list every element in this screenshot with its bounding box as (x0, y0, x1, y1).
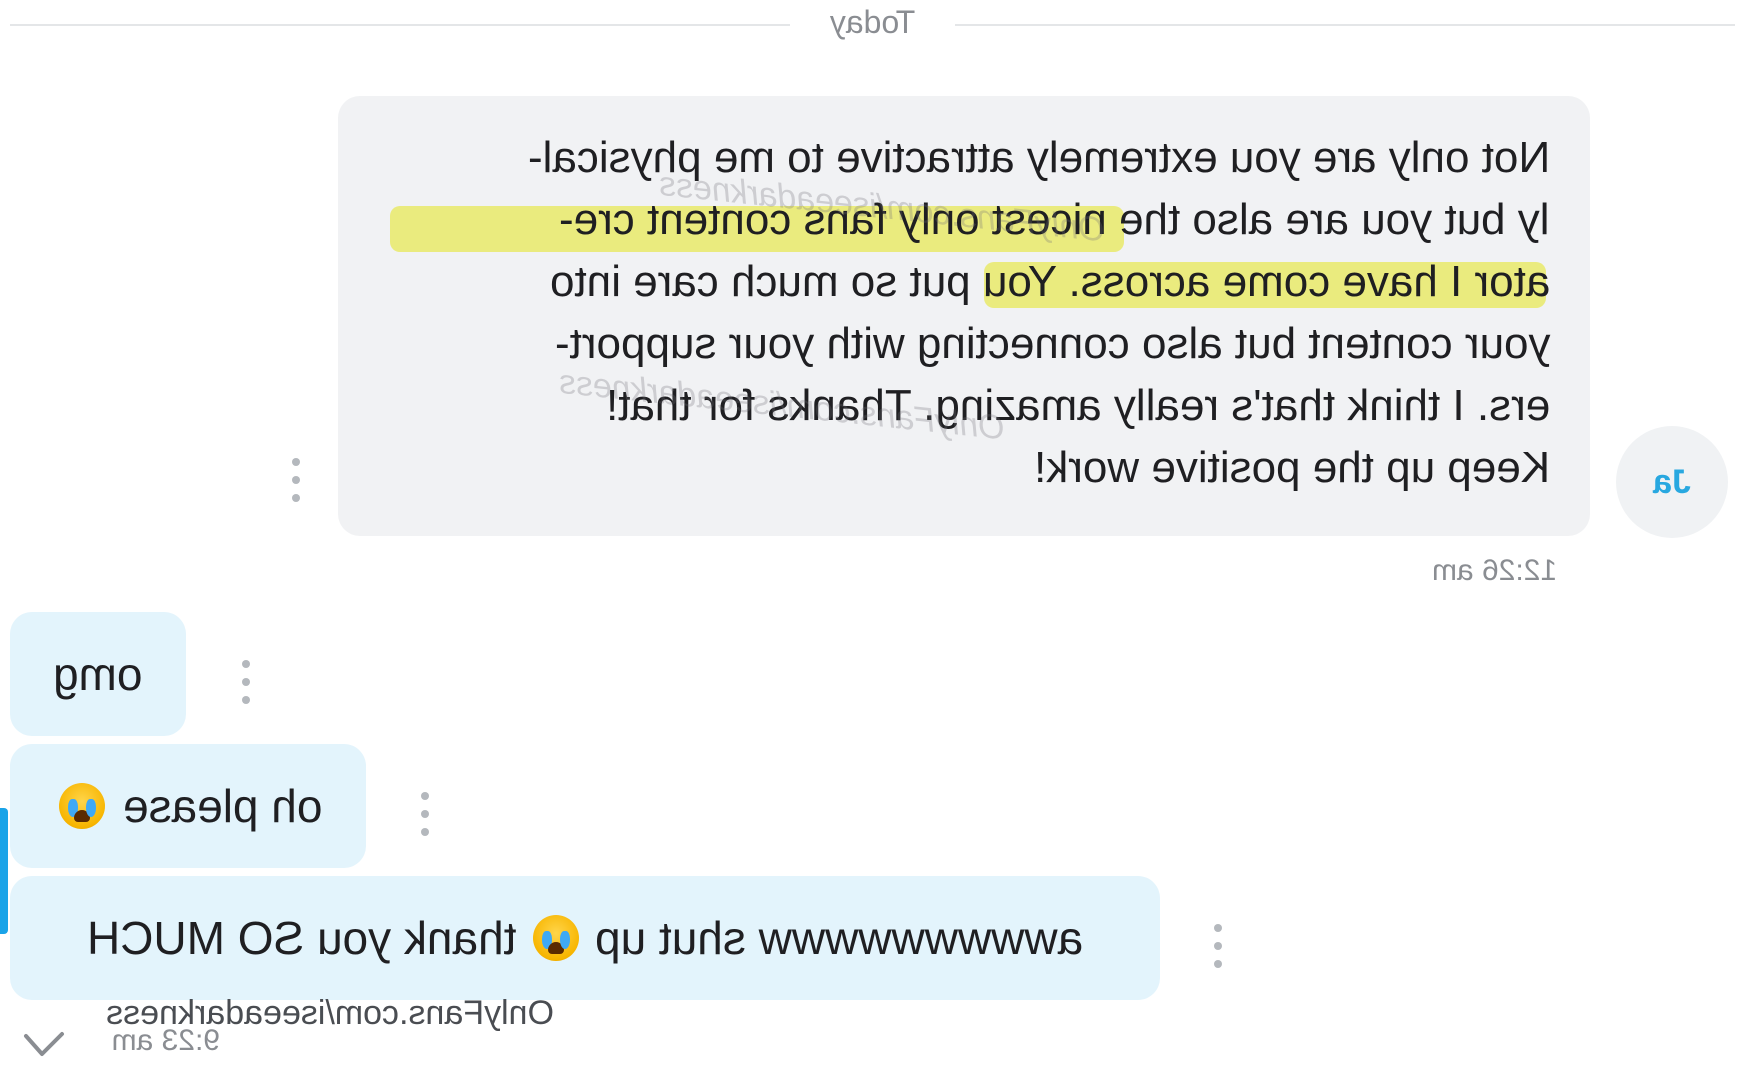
crying-face-emoji-icon (532, 915, 579, 961)
crying-face-emoji-icon (59, 783, 106, 829)
selection-accent-bar (0, 808, 8, 934)
chat-view: Today Not only are you extremely attract… (0, 0, 1743, 1080)
message-options-icon[interactable] (419, 792, 431, 836)
message-timestamp: 9:23 am (111, 1024, 220, 1057)
separator-line-left (10, 24, 790, 26)
message-line: Keep up the positive work! (1033, 443, 1550, 492)
message-options-icon[interactable] (1212, 924, 1224, 968)
message-text: omg (53, 648, 143, 700)
avatar-initials: Ja (1653, 462, 1691, 501)
message-options-icon[interactable] (240, 660, 252, 704)
outgoing-message-bubble[interactable]: omg (10, 612, 186, 736)
message-timestamp: 12:26 am (1432, 554, 1558, 587)
message-text: thank you SO MUCH (87, 912, 517, 964)
message-text: awwwwwwwww shut up (594, 912, 1083, 964)
date-separator-label: Today (829, 4, 916, 40)
incoming-message-bubble[interactable]: Not only are you extremely attractive to… (338, 96, 1590, 536)
message-line: your content but also connecting with yo… (554, 319, 1550, 368)
outgoing-message-bubble[interactable]: oh please (10, 744, 366, 868)
separator-line-right (955, 24, 1735, 26)
check-icon (24, 1032, 64, 1056)
outgoing-message-bubble[interactable]: thank you SO MUCH awwwwwwwww shut up (10, 876, 1160, 1000)
message-options-icon[interactable] (290, 458, 302, 502)
avatar[interactable]: Ja (1616, 426, 1728, 538)
message-text: oh please (123, 780, 323, 832)
message-line: ator I have come across. You put so much… (549, 257, 1550, 306)
